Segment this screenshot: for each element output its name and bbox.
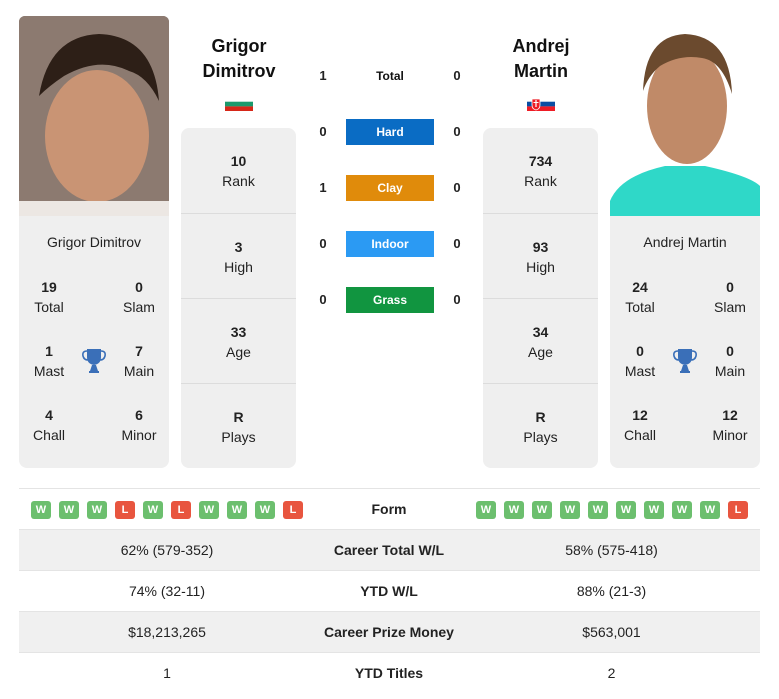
form-win-badge[interactable]: W xyxy=(227,501,247,519)
row-label: YTD Titles xyxy=(354,665,424,681)
h2h-p2-count: 0 xyxy=(453,180,461,195)
player2-value: 58% (575-418) xyxy=(565,542,658,558)
player2-titles-mast: 0 Mast xyxy=(624,343,656,379)
player1-name[interactable]: Grigor Dimitrov xyxy=(164,34,314,84)
player2-age: 34 Age xyxy=(483,298,598,383)
player2-titles-chall: 12 Chall xyxy=(624,407,656,443)
form-win-badge[interactable]: W xyxy=(560,501,580,519)
player2-form: WWWWWWWWWL xyxy=(476,501,748,519)
player1-photo xyxy=(19,16,169,216)
form-win-badge[interactable]: W xyxy=(476,501,496,519)
player2-value: 2 xyxy=(607,665,616,681)
form-win-badge[interactable]: W xyxy=(532,501,552,519)
form-win-badge[interactable]: W xyxy=(644,501,664,519)
h2h-p2-count: 0 xyxy=(453,292,461,307)
form-loss-badge[interactable]: L xyxy=(115,501,135,519)
h2h-grass-row: 0 Grass 0 xyxy=(310,287,470,313)
form-win-badge[interactable]: W xyxy=(87,501,107,519)
surface-total-label: Total xyxy=(376,69,404,83)
player1-titles-chall: 4 Chall xyxy=(33,407,65,443)
surface-clay-button[interactable]: Clay xyxy=(346,175,434,201)
form-win-badge[interactable]: W xyxy=(143,501,163,519)
player2-titles-total: 24 Total xyxy=(625,279,655,315)
trophy-icon xyxy=(82,348,106,374)
form-win-badge[interactable]: W xyxy=(504,501,524,519)
player2-value: 88% (21-3) xyxy=(576,583,647,599)
slovakia-flag-icon xyxy=(527,97,555,111)
player1-card-name: Grigor Dimitrov xyxy=(46,234,142,250)
player1-titles-slam: 0 Slam xyxy=(123,279,155,315)
player2-rank: 734 Rank xyxy=(524,153,557,189)
form-loss-badge[interactable]: L xyxy=(728,501,748,519)
form-win-badge[interactable]: W xyxy=(700,501,720,519)
h2h-total-row: 1 Total 0 xyxy=(310,63,470,89)
player1-titles-minor: 6 Minor xyxy=(121,407,157,443)
surface-indoor-button[interactable]: Indoor xyxy=(346,231,434,257)
player2-stats: 734 Rank 93 High 34 Age R Plays xyxy=(483,128,598,468)
table-row: 62% (579-352) Career Total W/L 58% (575-… xyxy=(19,529,760,570)
table-row: 1 YTD Titles 2 xyxy=(19,652,760,693)
row-label: Career Total W/L xyxy=(333,542,445,558)
form-win-badge[interactable]: W xyxy=(59,501,79,519)
player2-card-name: Andrej Martin xyxy=(643,234,727,250)
player2-value: $563,001 xyxy=(582,624,641,640)
form-win-badge[interactable]: W xyxy=(672,501,692,519)
player2-photo xyxy=(610,16,760,216)
form-win-badge[interactable]: W xyxy=(255,501,275,519)
h2h-p2-count: 0 xyxy=(453,236,461,251)
h2h-clay-row: 1 Clay 0 xyxy=(310,175,470,201)
form-win-badge[interactable]: W xyxy=(588,501,608,519)
bulgaria-flag-icon xyxy=(225,97,253,111)
trophy-icon xyxy=(673,348,697,374)
form-win-badge[interactable]: W xyxy=(199,501,219,519)
row-label: YTD W/L xyxy=(360,583,418,599)
surface-grass-button[interactable]: Grass xyxy=(346,287,434,313)
row-label: Career Prize Money xyxy=(324,624,454,640)
player2-name[interactable]: Andrej Martin xyxy=(466,34,616,84)
player1-plays: R Plays xyxy=(181,383,296,468)
comparison-table: WWWLWLWWWL Form WWWWWWWWWL 62% (579-352)… xyxy=(19,488,760,693)
player2-plays: R Plays xyxy=(483,383,598,468)
h2h-p1-count: 0 xyxy=(319,236,327,251)
player2-titles-card: Andrej Martin 24 Total 0 Slam 0 Mast 0 Main … xyxy=(610,216,760,468)
player1-age: 33 Age xyxy=(181,298,296,383)
player1-titles-mast: 1 Mast xyxy=(33,343,65,379)
h2h-indoor-row: 0 Indoor 0 xyxy=(310,231,470,257)
player1-value: 1 xyxy=(163,665,171,681)
form-loss-badge[interactable]: L xyxy=(171,501,191,519)
player1-form: WWWLWLWWWL xyxy=(31,501,303,519)
player1-value: $18,213,265 xyxy=(128,624,206,640)
player1-value: 74% (32-11) xyxy=(128,583,205,599)
player2-high: 93 High xyxy=(483,213,598,298)
h2h-p1-count: 0 xyxy=(319,292,327,307)
form-win-badge[interactable]: W xyxy=(31,501,51,519)
player1-value: 62% (579-352) xyxy=(120,542,214,558)
player1-stats: 10 Rank 3 High 33 Age R Plays xyxy=(181,128,296,468)
player1-titles-main: 7 Main xyxy=(123,343,155,379)
player1-rank: 10 Rank xyxy=(222,153,255,189)
form-label: Form xyxy=(371,501,407,517)
player2-titles-slam: 0 Slam xyxy=(714,279,746,315)
surface-hard-button[interactable]: Hard xyxy=(346,119,434,145)
player1-high: 3 High xyxy=(181,213,296,298)
player1-titles-total: 19 Total xyxy=(34,279,64,315)
h2h-p2-count: 0 xyxy=(453,124,461,139)
h2h-hard-row: 0 Hard 0 xyxy=(310,119,470,145)
player2-titles-minor: 12 Minor xyxy=(712,407,748,443)
player1-titles-card: Grigor Dimitrov 19 Total 0 Slam 1 Mast 7 Mai… xyxy=(19,216,169,468)
table-row: 74% (32-11) YTD W/L 88% (21-3) xyxy=(19,570,760,611)
form-win-badge[interactable]: W xyxy=(616,501,636,519)
form-loss-badge[interactable]: L xyxy=(283,501,303,519)
player2-titles-main: 0 Main xyxy=(714,343,746,379)
h2h-p1-count: 1 xyxy=(319,68,327,83)
form-row: WWWLWLWWWL Form WWWWWWWWWL xyxy=(19,488,760,529)
h2h-p1-count: 0 xyxy=(319,124,327,139)
h2h-p1-count: 1 xyxy=(319,180,327,195)
table-row: $18,213,265 Career Prize Money $563,001 xyxy=(19,611,760,652)
